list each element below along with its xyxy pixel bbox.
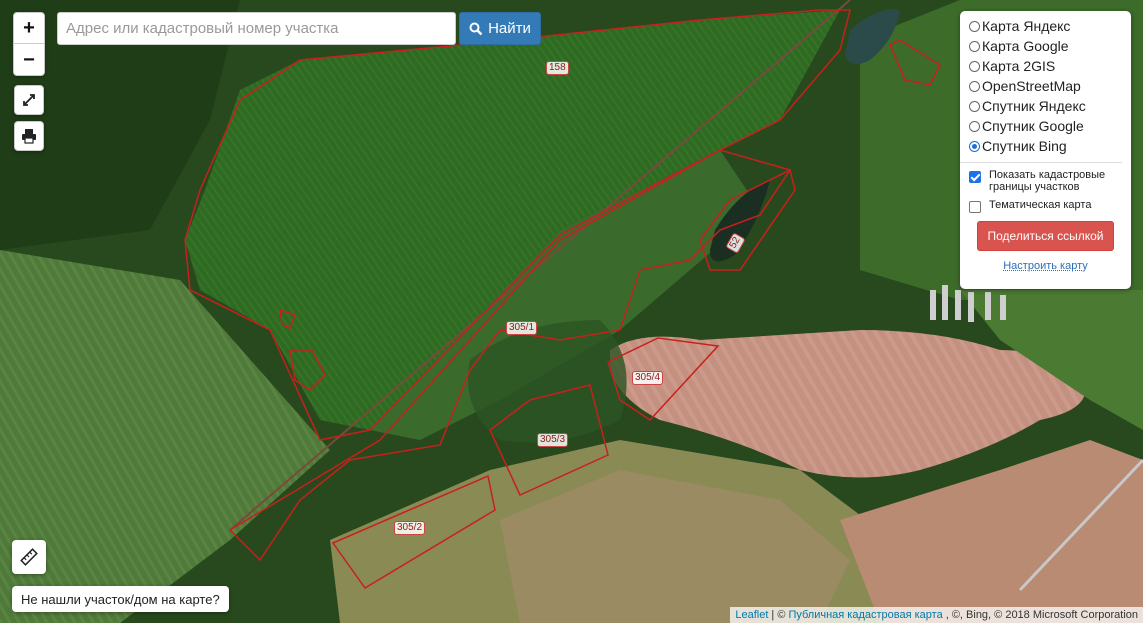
radio-icon[interactable]	[969, 60, 980, 72]
parcel-label[interactable]: 305/4	[632, 371, 664, 385]
search-icon	[469, 22, 483, 35]
print-button[interactable]	[14, 121, 44, 151]
layer-option-yandex-map[interactable]: Карта Яндекс	[969, 16, 1131, 36]
radio-icon[interactable]	[969, 120, 980, 132]
layer-option-google-map[interactable]: Карта Google	[969, 36, 1131, 56]
layer-option-bing-satellite[interactable]: Спутник Bing	[969, 136, 1131, 156]
layer-option-google-satellite[interactable]: Спутник Google	[969, 116, 1131, 136]
print-icon	[22, 129, 36, 144]
layers-panel: Карта Яндекс Карта Google Карта 2GIS Ope…	[960, 11, 1131, 289]
radio-icon[interactable]	[969, 20, 980, 32]
radio-icon[interactable]	[969, 100, 980, 112]
pkk-link[interactable]: Публичная кадастровая карта	[788, 609, 942, 621]
radio-icon[interactable]	[969, 40, 980, 52]
parcel-label[interactable]: 305/3	[537, 433, 569, 447]
share-link-button[interactable]: Поделиться ссылкой	[977, 221, 1114, 251]
fullscreen-icon	[23, 94, 35, 106]
setup-map-link[interactable]: Настроить карту	[960, 260, 1131, 272]
fullscreen-button[interactable]	[14, 85, 44, 115]
divider	[960, 162, 1122, 163]
zoom-control: + −	[13, 12, 45, 76]
layer-option-osm[interactable]: OpenStreetMap	[969, 76, 1131, 96]
parcel-label[interactable]: 158	[546, 61, 569, 75]
parcel-label[interactable]: 305/2	[394, 521, 426, 535]
not-found-button[interactable]: Не нашли участок/дом на карте?	[12, 586, 229, 612]
checkbox-icon[interactable]	[969, 171, 981, 183]
show-cadastral-toggle[interactable]: Показать кадастровые границы участков	[969, 169, 1131, 193]
checkbox-icon[interactable]	[969, 201, 981, 213]
layer-option-yandex-satellite[interactable]: Спутник Яндекс	[969, 96, 1131, 116]
find-button-label: Найти	[488, 20, 531, 37]
map-attribution: Leaflet | © Публичная кадастровая карта …	[730, 607, 1143, 623]
search-input[interactable]	[57, 12, 456, 45]
radio-icon[interactable]	[969, 80, 980, 92]
find-button[interactable]: Найти	[459, 12, 541, 45]
layer-option-2gis-map[interactable]: Карта 2GIS	[969, 56, 1131, 76]
leaflet-link[interactable]: Leaflet	[735, 609, 768, 621]
thematic-map-toggle[interactable]: Тематическая карта	[969, 199, 1131, 213]
measure-button[interactable]	[12, 540, 46, 574]
zoom-out-button[interactable]: −	[14, 44, 44, 75]
ruler-icon	[20, 548, 38, 566]
radio-icon[interactable]	[969, 140, 980, 152]
parcel-label[interactable]: 305/1	[506, 321, 538, 335]
zoom-in-button[interactable]: +	[14, 13, 44, 44]
